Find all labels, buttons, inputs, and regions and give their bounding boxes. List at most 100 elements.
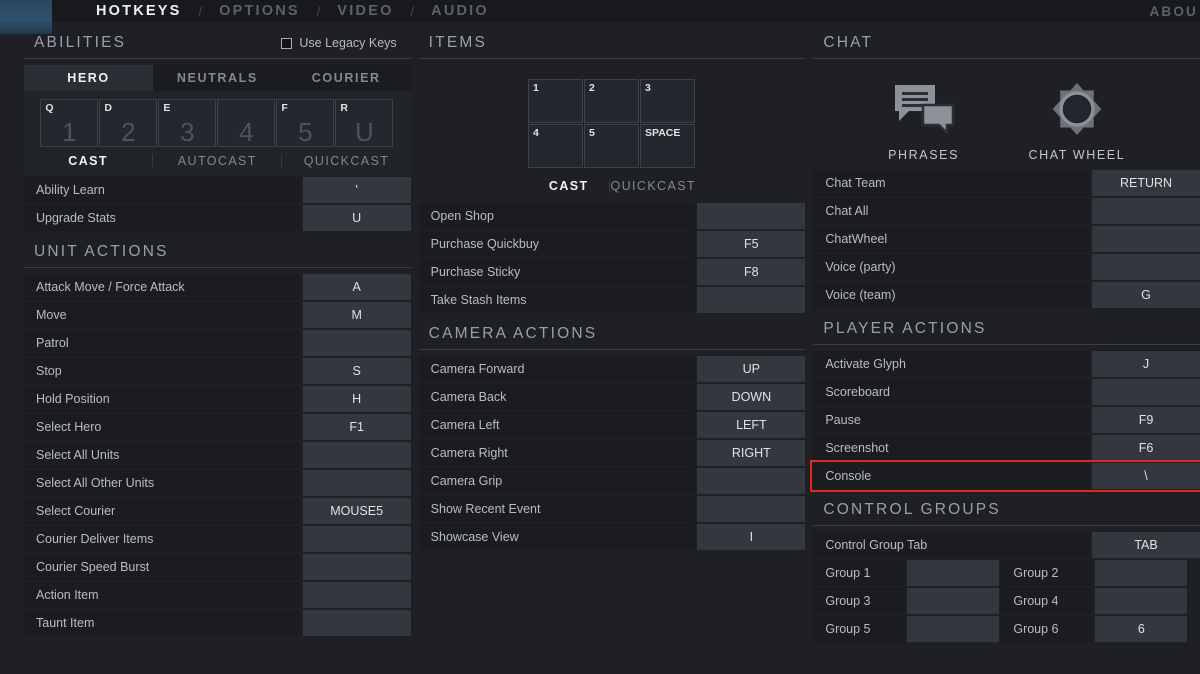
table-row[interactable]: Camera Forward UP [418, 356, 806, 382]
row-keybind[interactable] [302, 554, 411, 580]
table-row[interactable]: Group 1 Group 2 [813, 560, 1200, 586]
row-keybind[interactable] [302, 610, 411, 636]
row-keybind[interactable] [302, 442, 411, 468]
row-keybind[interactable] [907, 616, 1000, 642]
row-keybind[interactable]: M [302, 302, 411, 328]
nav-tab-about[interactable]: ABOU [1149, 0, 1200, 22]
row-keybind[interactable] [1095, 560, 1188, 586]
cast-mode-quickcast[interactable]: QUICKCAST [281, 154, 410, 168]
nav-tab-audio[interactable]: AUDIO [427, 3, 493, 19]
item-cast-mode-quickcast[interactable]: QUICKCAST [609, 179, 696, 193]
table-row[interactable]: ChatWheel [813, 226, 1200, 252]
table-row[interactable]: Courier Speed Burst [24, 554, 411, 580]
row-keybind[interactable] [302, 330, 411, 356]
table-row[interactable]: Group 5 Group 6 6 [813, 616, 1200, 642]
item-key-slot[interactable]: 1 [528, 79, 583, 123]
row-keybind[interactable] [697, 496, 806, 522]
table-row[interactable]: Attack Move / Force Attack A [24, 274, 411, 300]
row-keybind[interactable] [1092, 254, 1200, 280]
row-keybind[interactable]: J [1092, 351, 1200, 377]
ability-key-slot[interactable]: 4 [217, 99, 276, 147]
row-keybind[interactable]: RETURN [1092, 170, 1200, 196]
nav-tab-hotkeys[interactable]: HOTKEYS [92, 3, 186, 19]
table-row[interactable]: Patrol [24, 330, 411, 356]
row-keybind[interactable] [302, 582, 411, 608]
row-keybind[interactable]: F9 [1092, 407, 1200, 433]
table-row[interactable]: Upgrade Stats U [24, 205, 411, 231]
item-key-slot[interactable]: SPACE [640, 124, 695, 168]
row-keybind[interactable]: ' [302, 177, 411, 203]
row-keybind[interactable]: F1 [302, 414, 411, 440]
row-keybind[interactable]: F5 [697, 231, 806, 257]
table-row[interactable]: Pause F9 [813, 407, 1200, 433]
table-row[interactable]: Courier Deliver Items [24, 526, 411, 552]
table-row[interactable]: Camera Left LEFT [418, 412, 806, 438]
ability-key-slot[interactable]: E 3 [158, 99, 217, 147]
use-legacy-keys-option[interactable]: Use Legacy Keys [281, 36, 410, 50]
ability-key-slot[interactable]: F 5 [276, 99, 335, 147]
table-row[interactable]: Take Stash Items [418, 287, 806, 313]
table-row[interactable]: Show Recent Event [418, 496, 806, 522]
row-keybind[interactable] [697, 203, 806, 229]
row-keybind[interactable] [907, 588, 1000, 614]
legacy-keys-checkbox[interactable] [281, 37, 293, 49]
table-row[interactable]: Voice (party) [813, 254, 1200, 280]
row-keybind[interactable]: 6 [1095, 616, 1188, 642]
row-keybind[interactable] [697, 468, 806, 494]
table-row[interactable]: Hold Position H [24, 386, 411, 412]
nav-tab-video[interactable]: VIDEO [333, 3, 397, 19]
chat-wheel-button[interactable]: CHAT WHEEL [1028, 83, 1125, 162]
table-row[interactable]: Purchase Quickbuy F5 [418, 231, 806, 257]
table-row[interactable]: Stop S [24, 358, 411, 384]
table-row[interactable]: Control Group Tab TAB [813, 532, 1200, 558]
abilities-tab-hero[interactable]: HERO [24, 65, 153, 91]
table-row[interactable]: Open Shop [418, 203, 806, 229]
row-keybind[interactable] [1095, 588, 1188, 614]
cast-mode-cast[interactable]: CAST [24, 154, 152, 168]
row-keybind[interactable]: I [697, 524, 806, 550]
row-keybind[interactable]: H [302, 386, 411, 412]
item-cast-mode-cast[interactable]: CAST [528, 179, 609, 193]
row-keybind[interactable]: U [302, 205, 411, 231]
cast-mode-autocast[interactable]: AUTOCAST [152, 154, 281, 168]
row-keybind[interactable]: \ [1092, 463, 1200, 489]
table-row[interactable]: Select All Units [24, 442, 411, 468]
table-row[interactable]: Select Courier MOUSE5 [24, 498, 411, 524]
table-row[interactable]: Voice (team) G [813, 282, 1200, 308]
row-keybind[interactable] [1092, 226, 1200, 252]
row-keybind[interactable]: MOUSE5 [302, 498, 411, 524]
table-row[interactable]: Purchase Sticky F8 [418, 259, 806, 285]
table-row[interactable]: Chat All [813, 198, 1200, 224]
table-row[interactable]: Camera Back DOWN [418, 384, 806, 410]
table-row[interactable]: Scoreboard [813, 379, 1200, 405]
row-keybind[interactable]: DOWN [697, 384, 806, 410]
row-keybind[interactable]: S [302, 358, 411, 384]
table-row[interactable]: Action Item [24, 582, 411, 608]
item-key-slot[interactable]: 4 [528, 124, 583, 168]
table-row-console[interactable]: Console \ [813, 463, 1200, 489]
table-row[interactable]: Taunt Item [24, 610, 411, 636]
item-key-slot[interactable]: 5 [584, 124, 639, 168]
row-keybind[interactable]: F6 [1092, 435, 1200, 461]
row-keybind[interactable]: A [302, 274, 411, 300]
table-row[interactable]: Screenshot F6 [813, 435, 1200, 461]
row-keybind[interactable] [302, 470, 411, 496]
row-keybind[interactable]: LEFT [697, 412, 806, 438]
table-row[interactable]: Ability Learn ' [24, 177, 411, 203]
ability-key-slot[interactable]: R U [335, 99, 394, 147]
table-row[interactable]: Activate Glyph J [813, 351, 1200, 377]
table-row[interactable]: Showcase View I [418, 524, 806, 550]
table-row[interactable]: Select All Other Units [24, 470, 411, 496]
table-row[interactable]: Move M [24, 302, 411, 328]
ability-key-slot[interactable]: Q 1 [40, 99, 99, 147]
row-keybind[interactable]: RIGHT [697, 440, 806, 466]
row-keybind[interactable]: G [1092, 282, 1200, 308]
table-row[interactable]: Camera Right RIGHT [418, 440, 806, 466]
table-row[interactable]: Select Hero F1 [24, 414, 411, 440]
abilities-tab-courier[interactable]: COURIER [282, 65, 411, 91]
item-key-slot[interactable]: 3 [640, 79, 695, 123]
row-keybind[interactable]: F8 [697, 259, 806, 285]
row-keybind[interactable] [907, 560, 1000, 586]
row-keybind[interactable]: TAB [1092, 532, 1200, 558]
ability-key-slot[interactable]: D 2 [99, 99, 158, 147]
